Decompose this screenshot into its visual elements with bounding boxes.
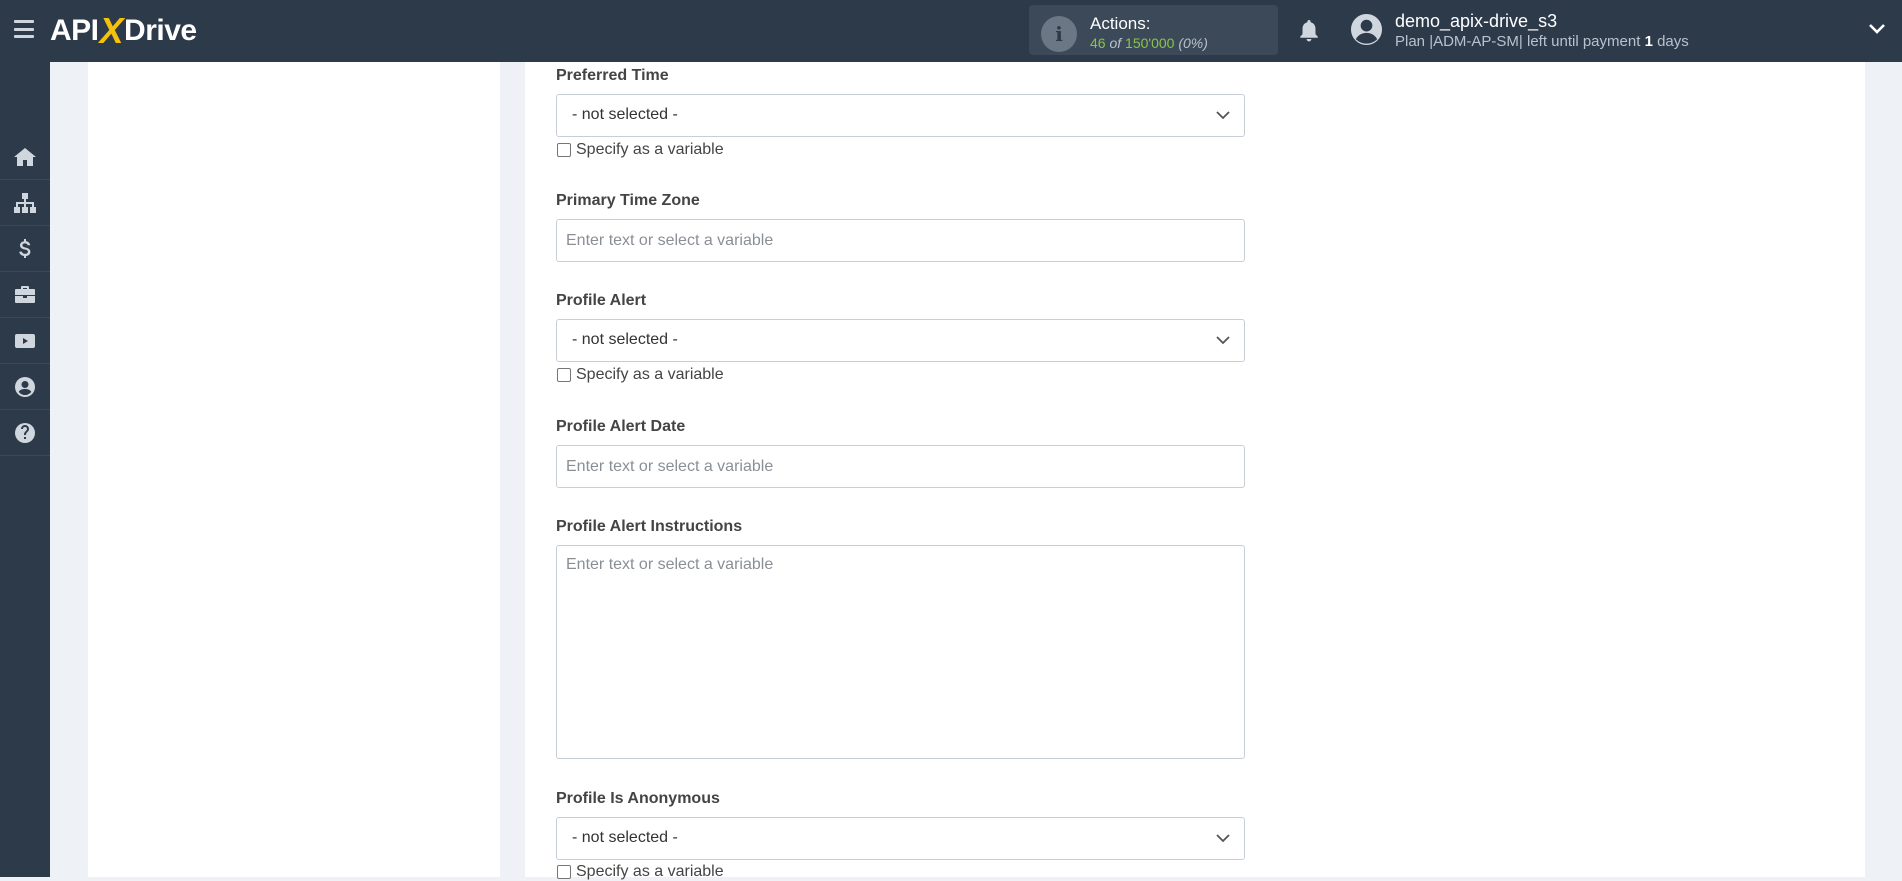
- chevron-down-icon: [1216, 111, 1230, 120]
- profile-alert-value: - not selected -: [572, 331, 678, 348]
- user-circle-icon: [15, 376, 35, 397]
- profile-alert-instructions-label: Profile Alert Instructions: [556, 518, 743, 535]
- sidebar-item-help[interactable]: [0, 410, 50, 456]
- home-icon: [14, 147, 36, 166]
- left-panel: [88, 62, 500, 877]
- actions-label: Actions:: [1090, 14, 1151, 33]
- profile-alert-instructions-textarea[interactable]: [556, 545, 1245, 759]
- primary-time-zone-input[interactable]: [556, 219, 1245, 262]
- sidebar-item-services[interactable]: [0, 272, 50, 318]
- chevron-down-icon[interactable]: [1868, 22, 1886, 36]
- profile-alert-select[interactable]: - not selected -: [556, 319, 1245, 362]
- logo-text-drive: Drive: [124, 14, 197, 47]
- sitemap-icon: [14, 192, 36, 213]
- actions-used: 46: [1090, 35, 1106, 51]
- preferred-time-label: Preferred Time: [556, 67, 669, 84]
- preferred-time-select[interactable]: - not selected -: [556, 94, 1245, 137]
- chevron-down-icon: [1216, 834, 1230, 843]
- actions-total: 150'000: [1125, 35, 1175, 51]
- sidebar-item-video[interactable]: [0, 318, 50, 364]
- help-icon: [15, 422, 35, 443]
- profile-alert-variable-label: Specify as a variable: [576, 366, 724, 383]
- profile-alert-variable-checkbox[interactable]: [557, 368, 571, 382]
- actions-count: 46 of 150'000 (0%): [1090, 35, 1208, 51]
- logo-text-api: API: [50, 14, 99, 47]
- profile-is-anonymous-label: Profile Is Anonymous: [556, 790, 720, 807]
- user-avatar-icon[interactable]: [1350, 13, 1383, 46]
- user-name[interactable]: demo_apix-drive_s3: [1395, 11, 1557, 32]
- plan-suffix: days: [1657, 33, 1689, 50]
- primary-time-zone-label: Primary Time Zone: [556, 192, 700, 209]
- top-bar: API X Drive i Actions: 46 of 150'000 (0%) …: [0, 0, 1902, 62]
- plan-days: 1: [1644, 33, 1653, 50]
- sidebar-item-connections[interactable]: [0, 180, 50, 226]
- dollar-icon: [19, 238, 31, 258]
- actions-percent: (0%): [1178, 35, 1208, 51]
- preferred-time-value: - not selected -: [572, 106, 678, 123]
- chevron-down-icon: [1216, 336, 1230, 345]
- apix-drive-logo[interactable]: API X Drive: [50, 10, 197, 51]
- user-plan: Plan |ADM-AP-SM| left until payment 1 da…: [1395, 33, 1689, 50]
- sidebar-item-home[interactable]: [0, 134, 50, 180]
- sidebar-item-profile[interactable]: [0, 364, 50, 410]
- preferred-time-variable-label: Specify as a variable: [576, 141, 724, 158]
- info-icon: i: [1041, 16, 1077, 52]
- profile-is-anonymous-variable-option[interactable]: Specify as a variable: [557, 863, 724, 881]
- preferred-time-variable-checkbox[interactable]: [557, 143, 571, 157]
- profile-is-anonymous-variable-label: Specify as a variable: [576, 863, 724, 880]
- profile-alert-label: Profile Alert: [556, 292, 647, 309]
- logo-text-x: X: [99, 10, 124, 51]
- profile-is-anonymous-value: - not selected -: [572, 829, 678, 846]
- actions-of: of: [1109, 35, 1122, 51]
- briefcase-icon: [15, 285, 35, 303]
- notification-bell-icon[interactable]: [1297, 18, 1321, 44]
- plan-prefix: Plan |ADM-AP-SM| left until payment: [1395, 33, 1641, 50]
- actions-counter[interactable]: i Actions: 46 of 150'000 (0%): [1029, 5, 1278, 55]
- profile-is-anonymous-select[interactable]: - not selected -: [556, 817, 1245, 860]
- hamburger-menu-icon[interactable]: [14, 20, 34, 38]
- youtube-icon: [15, 333, 35, 348]
- profile-alert-variable-option[interactable]: Specify as a variable: [557, 366, 724, 384]
- profile-alert-date-input[interactable]: [556, 445, 1245, 488]
- preferred-time-variable-option[interactable]: Specify as a variable: [557, 141, 724, 159]
- sidebar-item-billing[interactable]: [0, 226, 50, 272]
- sidebar: [0, 62, 50, 877]
- profile-alert-date-label: Profile Alert Date: [556, 418, 686, 435]
